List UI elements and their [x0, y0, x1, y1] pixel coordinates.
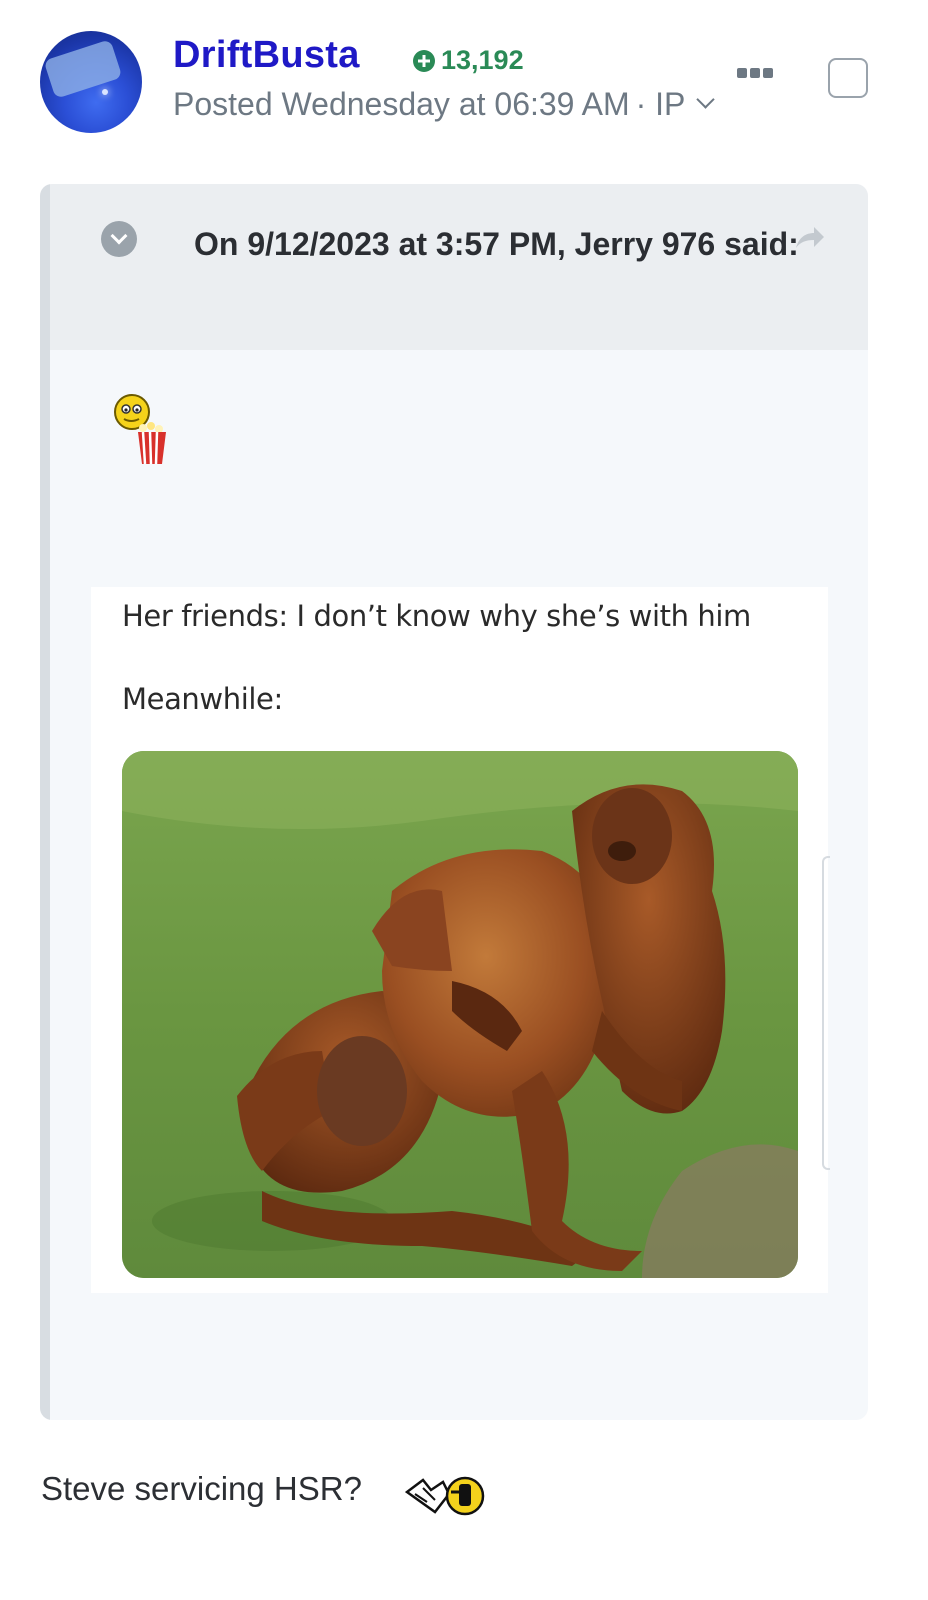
quote-header: On 9/12/2023 at 3:57 PM, Jerry 976 said:	[50, 184, 868, 350]
share-arrow-icon[interactable]	[793, 224, 827, 252]
plus-circle-icon	[413, 49, 435, 72]
meme-image[interactable]: Her friends: I don’t know why she’s with…	[91, 587, 828, 1293]
popcorn-smiley-icon	[114, 394, 166, 465]
author-username[interactable]: DriftBusta	[173, 34, 360, 77]
author-avatar[interactable]	[40, 31, 142, 133]
post-meta: Posted Wednesday at 06:39 AM · IP	[173, 86, 716, 123]
orangutan-photo	[122, 751, 798, 1278]
more-options-button[interactable]	[737, 68, 773, 78]
wrench-smiley-icon	[405, 1476, 485, 1516]
select-post-checkbox[interactable]	[828, 58, 868, 98]
quote-citation[interactable]: On 9/12/2023 at 3:57 PM, Jerry 976 said:	[141, 218, 811, 270]
avatar-light-dot	[102, 89, 108, 95]
post-body-text: Steve servicing HSR?	[41, 1470, 362, 1507]
meme-caption-line-2: Meanwhile:	[122, 682, 283, 716]
reputation-count: 13,192	[441, 45, 524, 75]
meme-caption-line-1: Her friends: I don’t know why she’s with…	[122, 599, 751, 633]
chevron-down-circle-icon[interactable]	[101, 221, 137, 257]
reputation-badge[interactable]: 13,192	[413, 45, 524, 76]
post-timestamp[interactable]: Posted Wednesday at 06:39 AM	[173, 86, 630, 123]
chevron-down-icon[interactable]	[696, 90, 716, 109]
embed-scroll-indicator	[822, 856, 830, 1170]
quote-left-bar	[40, 184, 50, 1420]
ip-label[interactable]: · IP	[636, 86, 686, 123]
avatar-car-shape	[43, 39, 123, 99]
ellipsis-icon	[737, 68, 747, 78]
